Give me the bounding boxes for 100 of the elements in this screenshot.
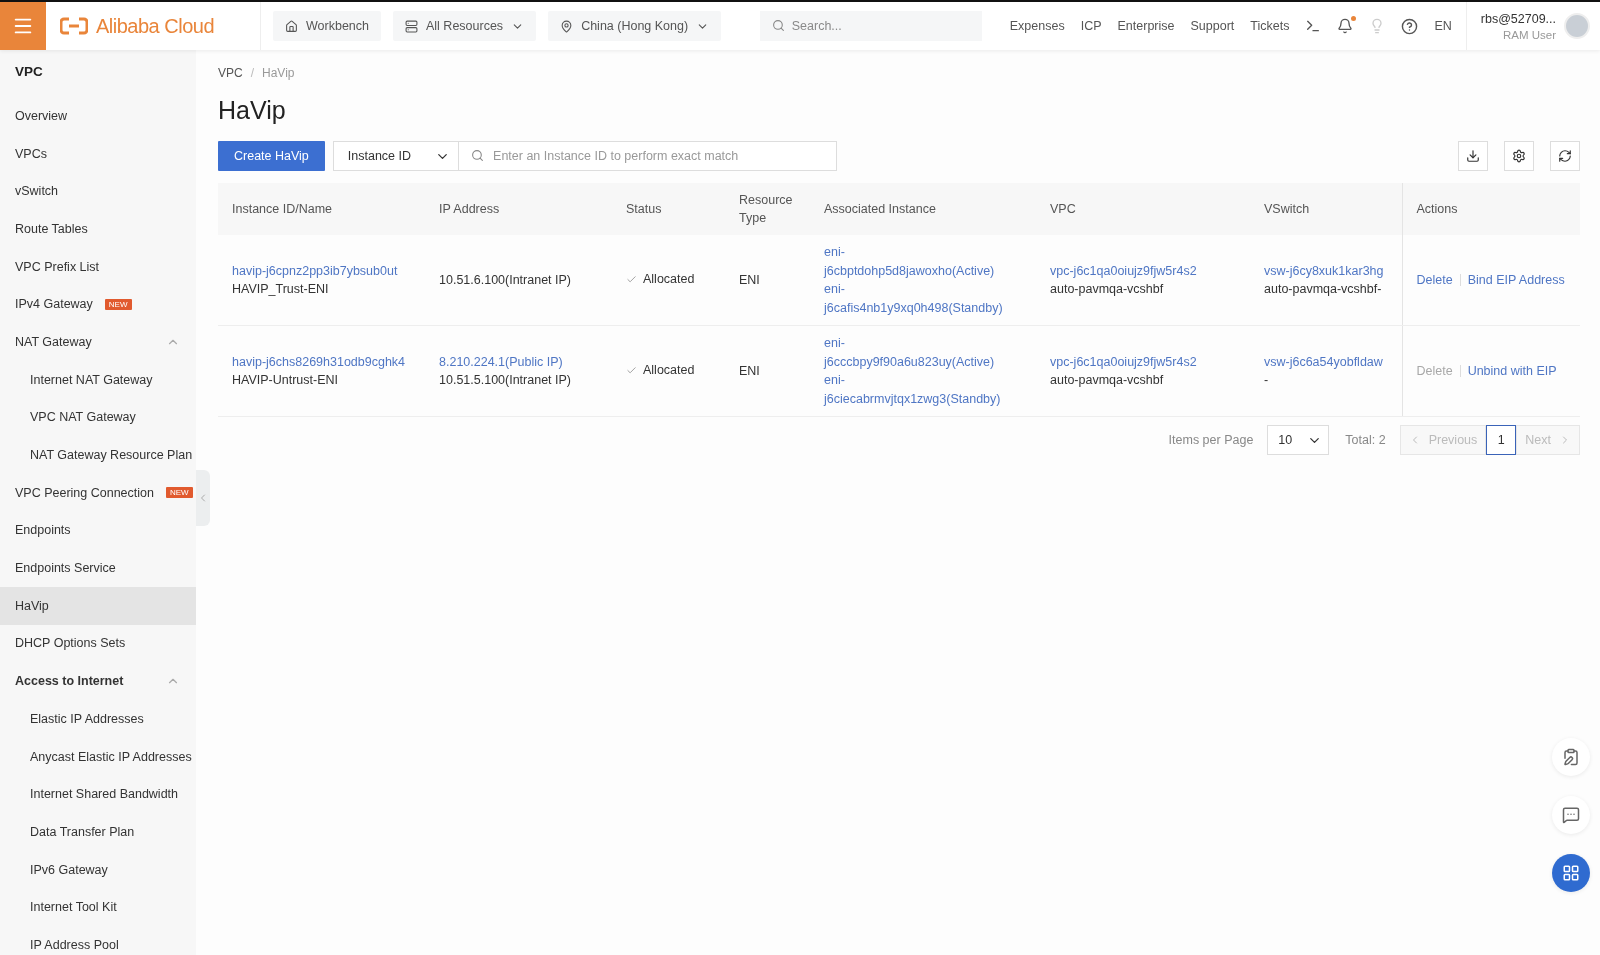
action-link[interactable]: Delete xyxy=(1416,270,1453,290)
status-text: Allocated xyxy=(643,361,695,379)
search-icon xyxy=(771,19,785,32)
column-header: Actions xyxy=(1402,183,1580,235)
vswitch-name: - xyxy=(1264,372,1270,389)
nav-link[interactable]: Support xyxy=(1190,19,1235,33)
instance-name: HAVIP_Trust-ENI xyxy=(232,281,330,298)
collapse-handle[interactable] xyxy=(196,470,210,526)
search-field[interactable]: Search... xyxy=(759,11,982,41)
sidebar-item[interactable]: Internet NAT Gateway xyxy=(0,360,196,399)
chat-button[interactable] xyxy=(1552,796,1590,834)
logo-text: Alibaba Cloud xyxy=(96,14,215,38)
chat-icon xyxy=(1562,806,1580,824)
nav-link[interactable]: Tickets xyxy=(1250,19,1290,33)
sidebar-item[interactable]: NAT Gateway Resource Plan xyxy=(0,436,196,474)
sidebar-item[interactable]: Overview xyxy=(0,97,196,135)
column-header: Resource Type xyxy=(725,183,810,235)
associated-link[interactable]: eni-j6ciecabrmvjtqx1zwg3(Standby) xyxy=(824,371,1004,408)
nav-link[interactable]: ICP xyxy=(1080,19,1102,33)
create-button[interactable]: Create HaVip xyxy=(218,141,325,171)
sidebar-item[interactable]: VPC Prefix List xyxy=(0,247,196,286)
filter-dropdown[interactable]: Instance ID xyxy=(332,141,460,171)
refresh-icon xyxy=(1558,149,1572,163)
new-badge: NEW xyxy=(104,298,132,310)
instance-name: HAVIP-Untrust-ENI xyxy=(232,372,340,389)
resources-dropdown[interactable]: All Resources xyxy=(393,11,537,41)
user-role: RAM User xyxy=(1502,28,1556,41)
download-button[interactable] xyxy=(1458,141,1488,171)
settings-icon xyxy=(1512,149,1526,163)
page-size-dropdown[interactable]: 10 xyxy=(1267,425,1330,455)
check-icon xyxy=(626,364,637,376)
ip-link[interactable]: 8.210.224.1(Public IP) xyxy=(439,352,608,371)
map-pin-icon xyxy=(560,19,574,33)
sidebar-item[interactable]: Anycast Elastic IP Addresses xyxy=(0,737,196,776)
action-link[interactable]: Unbind with EIP xyxy=(1467,361,1557,381)
instance-link[interactable]: havip-j6chs8269h31odb9cghk4 xyxy=(232,352,421,371)
sidebar-item[interactable]: VPC NAT Gateway xyxy=(0,398,196,437)
sidebar-item[interactable]: NAT Gateway xyxy=(0,323,196,361)
check-icon xyxy=(626,273,637,285)
resource-type: ENI xyxy=(739,363,760,378)
sidebar-item[interactable]: Endpoints xyxy=(0,511,196,550)
vswitch-link[interactable]: vsw-j6c6a54yobfldaw xyxy=(1264,352,1398,371)
column-header: IP Address xyxy=(425,183,612,235)
vpc-name: auto-pavmqa-vcshbf xyxy=(1050,281,1165,298)
language-link[interactable]: EN xyxy=(1434,19,1452,33)
breadcrumb-link[interactable]: VPC xyxy=(218,66,243,80)
status-text: Allocated xyxy=(643,270,695,288)
ip-address: 10.51.6.100(Intranet IP) xyxy=(439,271,573,289)
menu-button[interactable] xyxy=(0,2,46,50)
sidebar-item[interactable]: Route Tables xyxy=(0,210,196,248)
column-header: VPC xyxy=(1036,183,1250,235)
sidebar-item[interactable]: IPv6 Gateway xyxy=(0,850,196,889)
vpc-name: auto-pavmqa-vcshbf xyxy=(1050,372,1165,389)
workbench-button[interactable]: Workbench xyxy=(273,11,381,41)
sidebar-item[interactable]: Data Transfer Plan xyxy=(0,813,196,851)
apps-button[interactable] xyxy=(1552,854,1590,892)
vpc-link[interactable]: vpc-j6c1qa0oiujz9fjw5r4s2 xyxy=(1050,352,1246,371)
sidebar-item[interactable]: IP Address Pool xyxy=(0,926,196,955)
sidebar-item[interactable]: Endpoints Service xyxy=(0,549,196,587)
sidebar-item[interactable]: Internet Shared Bandwidth xyxy=(0,775,196,814)
feedback-button[interactable] xyxy=(1552,738,1590,776)
logo-icon xyxy=(60,17,88,35)
sidebar-item[interactable]: VPC Peering Connection NEW xyxy=(0,473,196,512)
sidebar-item[interactable]: IPv4 Gateway NEW xyxy=(0,285,196,324)
notification-icon[interactable] xyxy=(1337,18,1354,34)
sidebar-item[interactable]: HaVip xyxy=(0,586,196,625)
refresh-button[interactable] xyxy=(1550,141,1580,171)
instance-link[interactable]: havip-j6cpnz2pp3ib7ybsub0ut xyxy=(232,261,421,280)
nav-link[interactable]: Expenses xyxy=(1009,19,1065,33)
nav-link[interactable]: Enterprise xyxy=(1117,19,1175,33)
vswitch-link[interactable]: vsw-j6cy8xuk1kar3hg xyxy=(1264,261,1398,280)
action-link[interactable]: Bind EIP Address xyxy=(1467,270,1565,290)
associated-link[interactable]: eni-j6cafis4nb1y9xq0h498(Standby) xyxy=(824,280,1004,317)
terminal-icon[interactable] xyxy=(1305,18,1322,34)
column-header: Status xyxy=(612,183,725,235)
user-name: rbs@52709... xyxy=(1480,11,1556,26)
settings-button[interactable] xyxy=(1504,141,1534,171)
sidebar-item[interactable]: Elastic IP Addresses xyxy=(0,700,196,738)
sidebar-item[interactable]: vSwitch xyxy=(0,172,196,211)
sidebar-section[interactable]: Access to Internet xyxy=(0,662,196,700)
sidebar-item[interactable]: VPCs xyxy=(0,134,196,173)
page-button[interactable]: 1 xyxy=(1486,425,1517,455)
search-icon xyxy=(471,149,485,162)
region-dropdown[interactable]: China (Hong Kong) xyxy=(548,11,722,41)
download-icon xyxy=(1466,149,1480,163)
ip-address: 10.51.5.100(Intranet IP) xyxy=(439,372,573,389)
column-header: VSwitch xyxy=(1250,183,1402,235)
total-count: Total: 2 xyxy=(1345,433,1386,447)
instance-search-field[interactable]: Enter an Instance ID to perform exact match xyxy=(459,141,838,171)
associated-link[interactable]: eni-j6cbptdohp5d8jawoxho(Active) xyxy=(824,243,1004,280)
column-header: Instance ID/Name xyxy=(218,183,425,235)
home-icon xyxy=(285,19,298,33)
sidebar-item[interactable]: Internet Tool Kit xyxy=(0,888,196,927)
breadcrumb-separator: / xyxy=(250,66,255,80)
associated-link[interactable]: eni-j6cccbpy9f90a6u823uy(Active) xyxy=(824,334,1004,371)
column-header: Associated Instance xyxy=(810,183,1036,235)
help-icon[interactable] xyxy=(1401,17,1419,35)
sidebar-item[interactable]: DHCP Options Sets xyxy=(0,624,196,663)
vpc-link[interactable]: vpc-j6c1qa0oiujz9fjw5r4s2 xyxy=(1050,261,1246,280)
resource-type: ENI xyxy=(739,272,760,287)
